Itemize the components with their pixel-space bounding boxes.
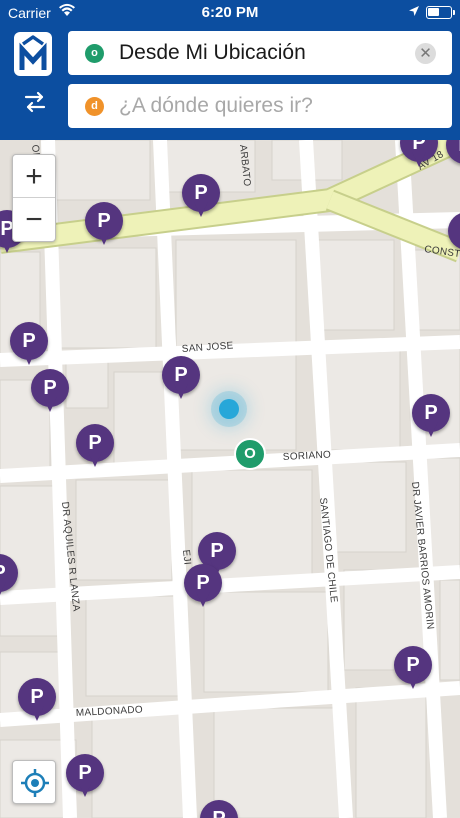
- parking-pin[interactable]: P: [394, 646, 432, 692]
- parking-pin[interactable]: P: [412, 394, 450, 440]
- zoom-in-button[interactable]: +: [13, 155, 55, 198]
- origin-value[interactable]: Desde Mi Ubicación: [119, 41, 306, 65]
- parking-pin[interactable]: P: [18, 678, 56, 724]
- origin-badge: o: [85, 44, 104, 63]
- parking-pin[interactable]: P: [162, 356, 200, 402]
- parking-pin[interactable]: P: [400, 140, 438, 170]
- status-bar: Carrier 6:20 PM: [0, 0, 460, 26]
- swap-icon[interactable]: [20, 88, 50, 116]
- user-location-dot: [219, 399, 239, 419]
- parking-pin[interactable]: P: [31, 369, 69, 415]
- map-base: AV 18 CONSTI ARBATO ORO SAN JOSE SORIANO…: [0, 140, 460, 818]
- zoom-out-button[interactable]: −: [13, 198, 55, 241]
- parking-pin[interactable]: P: [0, 554, 18, 600]
- parking-pin[interactable]: P: [182, 174, 220, 220]
- origin-marker[interactable]: O: [234, 438, 266, 470]
- parking-pin[interactable]: P: [10, 322, 48, 368]
- destination-badge: d: [85, 97, 104, 116]
- parking-pin[interactable]: P: [446, 140, 460, 172]
- origin-field[interactable]: o Desde Mi Ubicación ✕: [68, 31, 452, 75]
- parking-pin[interactable]: P: [76, 424, 114, 470]
- parking-pin[interactable]: P: [200, 800, 238, 818]
- locate-icon[interactable]: [12, 760, 56, 804]
- destination-placeholder[interactable]: ¿A dónde quieres ir?: [119, 94, 313, 118]
- parking-pin[interactable]: P: [66, 754, 104, 800]
- clear-icon[interactable]: ✕: [415, 43, 436, 64]
- map-view[interactable]: AV 18 CONSTI ARBATO ORO SAN JOSE SORIANO…: [0, 140, 460, 818]
- app-logo-icon: [14, 32, 52, 76]
- parking-pin[interactable]: P: [184, 564, 222, 610]
- destination-field[interactable]: d ¿A dónde quieres ir?: [68, 84, 452, 128]
- battery-icon: [426, 6, 455, 19]
- search-header: o Desde Mi Ubicación ✕ d ¿A dónde quiere…: [0, 26, 460, 140]
- status-time: 6:20 PM: [201, 4, 259, 21]
- parking-pin[interactable]: P: [448, 212, 460, 258]
- location-arrow-icon: [408, 5, 420, 20]
- parking-pin[interactable]: P: [85, 202, 123, 248]
- zoom-control: + −: [12, 154, 56, 242]
